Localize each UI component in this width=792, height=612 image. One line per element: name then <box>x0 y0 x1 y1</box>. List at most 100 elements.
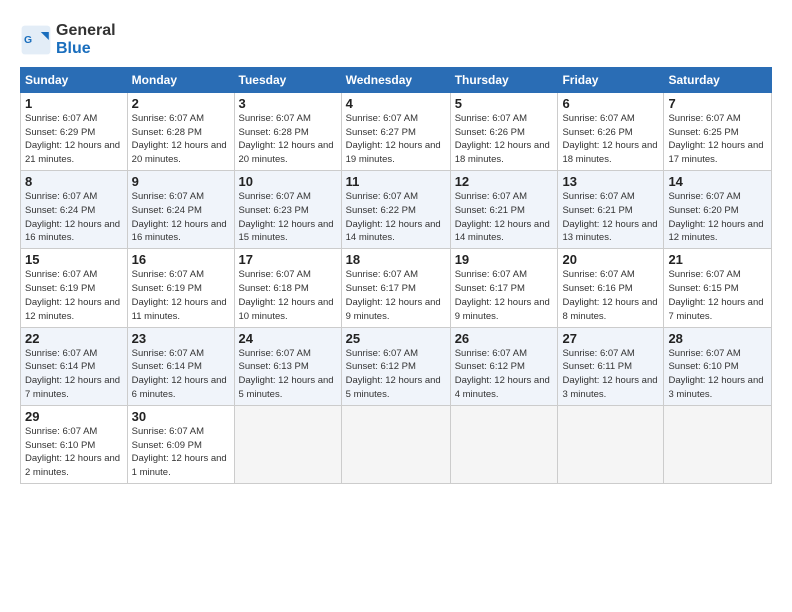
table-row: 1 Sunrise: 6:07 AMSunset: 6:29 PMDaylight… <box>21 92 128 170</box>
day-info: Sunrise: 6:07 AMSunset: 6:17 PMDaylight:… <box>455 269 550 321</box>
day-info: Sunrise: 6:07 AMSunset: 6:09 PMDaylight:… <box>132 426 227 478</box>
day-number: 8 <box>25 174 123 189</box>
day-info: Sunrise: 6:07 AMSunset: 6:19 PMDaylight:… <box>25 269 120 321</box>
day-number: 15 <box>25 252 123 267</box>
day-info: Sunrise: 6:07 AMSunset: 6:19 PMDaylight:… <box>132 269 227 321</box>
day-number: 20 <box>562 252 659 267</box>
table-row: 25 Sunrise: 6:07 AMSunset: 6:12 PMDayligh… <box>341 327 450 405</box>
day-number: 22 <box>25 331 123 346</box>
day-number: 12 <box>455 174 554 189</box>
logo-line2: Blue <box>56 40 116 58</box>
table-row: 16Sunrise: 6:07 AMSunset: 6:19 PMDayligh… <box>127 249 234 327</box>
col-tuesday: Tuesday <box>234 67 341 92</box>
day-number: 6 <box>562 96 659 111</box>
col-friday: Friday <box>558 67 664 92</box>
table-row: 10 Sunrise: 6:07 AMSunset: 6:23 PMDayligh… <box>234 171 341 249</box>
logo-icon: G <box>20 24 52 56</box>
day-info: Sunrise: 6:07 AMSunset: 6:27 PMDaylight:… <box>346 113 441 165</box>
day-info: Sunrise: 6:07 AMSunset: 6:24 PMDaylight:… <box>25 191 120 243</box>
table-row: 4 Sunrise: 6:07 AMSunset: 6:27 PMDaylight… <box>341 92 450 170</box>
day-number: 5 <box>455 96 554 111</box>
day-info: Sunrise: 6:07 AMSunset: 6:16 PMDaylight:… <box>562 269 657 321</box>
day-number: 21 <box>668 252 767 267</box>
logo: G General Blue <box>20 22 116 59</box>
day-number: 13 <box>562 174 659 189</box>
day-number: 14 <box>668 174 767 189</box>
day-number: 4 <box>346 96 446 111</box>
table-row: 30 Sunrise: 6:07 AMSunset: 6:09 PMDayligh… <box>127 405 234 483</box>
day-info: Sunrise: 6:07 AMSunset: 6:24 PMDaylight:… <box>132 191 227 243</box>
table-row <box>450 405 558 483</box>
day-number: 26 <box>455 331 554 346</box>
day-number: 29 <box>25 409 123 424</box>
table-row <box>558 405 664 483</box>
day-info: Sunrise: 6:07 AMSunset: 6:21 PMDaylight:… <box>455 191 550 243</box>
day-info: Sunrise: 6:07 AMSunset: 6:23 PMDaylight:… <box>239 191 334 243</box>
table-row: 26 Sunrise: 6:07 AMSunset: 6:12 PMDayligh… <box>450 327 558 405</box>
day-info: Sunrise: 6:07 AMSunset: 6:10 PMDaylight:… <box>25 426 120 478</box>
day-info: Sunrise: 6:07 AMSunset: 6:22 PMDaylight:… <box>346 191 441 243</box>
day-info: Sunrise: 6:07 AMSunset: 6:20 PMDaylight:… <box>668 191 763 243</box>
table-row: 27 Sunrise: 6:07 AMSunset: 6:11 PMDayligh… <box>558 327 664 405</box>
table-row: 22 Sunrise: 6:07 AMSunset: 6:14 PMDayligh… <box>21 327 128 405</box>
day-info: Sunrise: 6:07 AMSunset: 6:11 PMDaylight:… <box>562 348 657 400</box>
table-row: 3Sunrise: 6:07 AMSunset: 6:28 PMDaylight… <box>234 92 341 170</box>
day-info: Sunrise: 6:07 AMSunset: 6:10 PMDaylight:… <box>668 348 763 400</box>
col-wednesday: Wednesday <box>341 67 450 92</box>
day-number: 11 <box>346 174 446 189</box>
table-row <box>234 405 341 483</box>
day-number: 17 <box>239 252 337 267</box>
day-info: Sunrise: 6:07 AMSunset: 6:12 PMDaylight:… <box>455 348 550 400</box>
calendar-week-row: 29 Sunrise: 6:07 AMSunset: 6:10 PMDayligh… <box>21 405 772 483</box>
day-info: Sunrise: 6:07 AMSunset: 6:14 PMDaylight:… <box>132 348 227 400</box>
col-saturday: Saturday <box>664 67 772 92</box>
logo-line1: General <box>56 22 116 40</box>
calendar-table: Sunday Monday Tuesday Wednesday Thursday… <box>20 67 772 484</box>
day-number: 1 <box>25 96 123 111</box>
day-number: 27 <box>562 331 659 346</box>
svg-text:G: G <box>24 36 32 47</box>
day-number: 18 <box>346 252 446 267</box>
table-row: 12 Sunrise: 6:07 AMSunset: 6:21 PMDayligh… <box>450 171 558 249</box>
day-number: 25 <box>346 331 446 346</box>
calendar-header-row: Sunday Monday Tuesday Wednesday Thursday… <box>21 67 772 92</box>
table-row: 15 Sunrise: 6:07 AMSunset: 6:19 PMDayligh… <box>21 249 128 327</box>
day-info: Sunrise: 6:07 AMSunset: 6:17 PMDaylight:… <box>346 269 441 321</box>
calendar-week-row: 15 Sunrise: 6:07 AMSunset: 6:19 PMDayligh… <box>21 249 772 327</box>
day-number: 9 <box>132 174 230 189</box>
day-number: 10 <box>239 174 337 189</box>
day-number: 23 <box>132 331 230 346</box>
calendar-week-row: 1 Sunrise: 6:07 AMSunset: 6:29 PMDaylight… <box>21 92 772 170</box>
table-row <box>341 405 450 483</box>
day-info: Sunrise: 6:07 AMSunset: 6:12 PMDaylight:… <box>346 348 441 400</box>
day-info: Sunrise: 6:07 AMSunset: 6:13 PMDaylight:… <box>239 348 334 400</box>
table-row: 24 Sunrise: 6:07 AMSunset: 6:13 PMDayligh… <box>234 327 341 405</box>
day-info: Sunrise: 6:07 AMSunset: 6:18 PMDaylight:… <box>239 269 334 321</box>
day-info: Sunrise: 6:07 AMSunset: 6:29 PMDaylight:… <box>25 113 120 165</box>
table-row: 21Sunrise: 6:07 AMSunset: 6:15 PMDayligh… <box>664 249 772 327</box>
day-info: Sunrise: 6:07 AMSunset: 6:14 PMDaylight:… <box>25 348 120 400</box>
table-row: 20 Sunrise: 6:07 AMSunset: 6:16 PMDayligh… <box>558 249 664 327</box>
table-row: 11 Sunrise: 6:07 AMSunset: 6:22 PMDayligh… <box>341 171 450 249</box>
day-number: 24 <box>239 331 337 346</box>
day-number: 30 <box>132 409 230 424</box>
table-row: 28 Sunrise: 6:07 AMSunset: 6:10 PMDayligh… <box>664 327 772 405</box>
table-row: 18 Sunrise: 6:07 AMSunset: 6:17 PMDayligh… <box>341 249 450 327</box>
col-thursday: Thursday <box>450 67 558 92</box>
day-number: 7 <box>668 96 767 111</box>
col-monday: Monday <box>127 67 234 92</box>
table-row: 14 Sunrise: 6:07 AMSunset: 6:20 PMDayligh… <box>664 171 772 249</box>
calendar-week-row: 22 Sunrise: 6:07 AMSunset: 6:14 PMDayligh… <box>21 327 772 405</box>
day-info: Sunrise: 6:07 AMSunset: 6:26 PMDaylight:… <box>455 113 550 165</box>
day-number: 28 <box>668 331 767 346</box>
header: G General Blue <box>20 18 772 59</box>
day-number: 19 <box>455 252 554 267</box>
calendar-week-row: 8 Sunrise: 6:07 AMSunset: 6:24 PMDaylight… <box>21 171 772 249</box>
table-row: 2Sunrise: 6:07 AMSunset: 6:28 PMDaylight… <box>127 92 234 170</box>
col-sunday: Sunday <box>21 67 128 92</box>
table-row: 23 Sunrise: 6:07 AMSunset: 6:14 PMDayligh… <box>127 327 234 405</box>
day-number: 3 <box>239 96 337 111</box>
page: G General Blue Sunday Monday Tuesday Wed… <box>0 0 792 494</box>
day-info: Sunrise: 6:07 AMSunset: 6:25 PMDaylight:… <box>668 113 763 165</box>
day-info: Sunrise: 6:07 AMSunset: 6:28 PMDaylight:… <box>132 113 227 165</box>
